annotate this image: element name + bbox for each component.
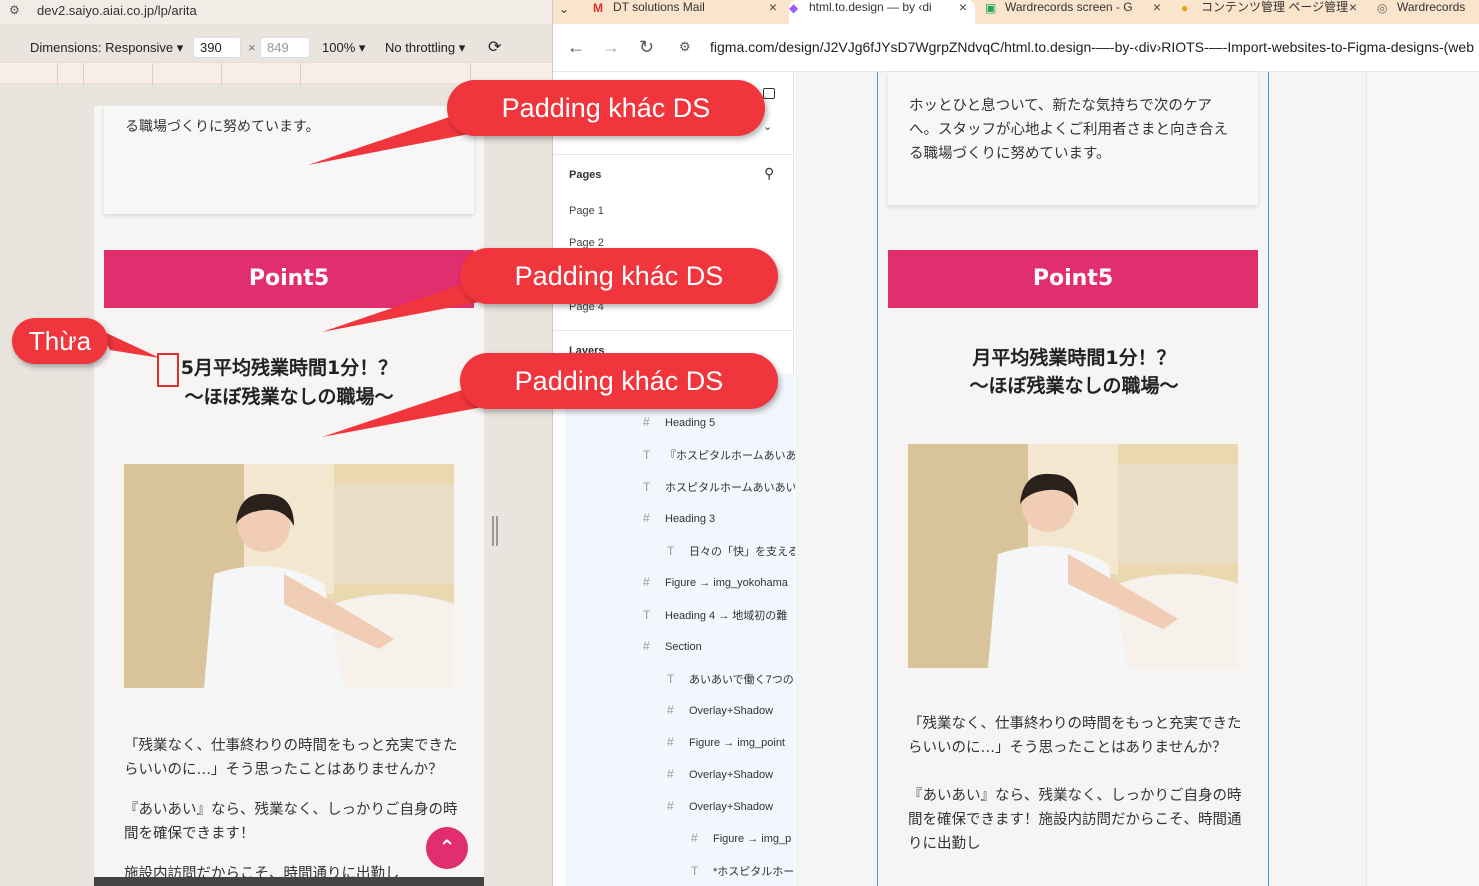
- layer-item[interactable]: T ホスピタルホームあいあい: [643, 479, 797, 495]
- body-text: 「残業なく、仕事終わりの時間をもっと充実できたらいいのに…」そう思ったことはあり…: [908, 712, 1248, 880]
- body-paragraph-1: 「残業なく、仕事終わりの時間をもっと充実できたらいいのに…」そう思ったことはあり…: [124, 738, 458, 778]
- close-icon[interactable]: ×: [1153, 0, 1161, 14]
- tab-wardrecords[interactable]: ◎ Wardrecords: [1377, 0, 1479, 24]
- rotate-icon[interactable]: ⟳: [488, 37, 501, 57]
- layer-item[interactable]: # Figure → img_p: [691, 831, 791, 845]
- cms-icon: ●: [1181, 1, 1189, 15]
- panel-toggle-icon[interactable]: [763, 88, 775, 99]
- heading-line-2: 〜ほぼ残業なしの職場〜: [184, 386, 394, 408]
- url-text[interactable]: figma.com/design/J2VJg6fJYsD7WgrpZNdvqC/…: [710, 39, 1474, 55]
- layer-item[interactable]: # Section: [643, 639, 702, 653]
- card-text: る職場づくりに努めています。: [125, 119, 320, 135]
- figma-sidebar: ⌄ Pages ⚲ Page 1 Page 2 Page 4 Layers # H…: [553, 72, 799, 886]
- reload-icon[interactable]: ↻: [639, 37, 654, 58]
- heading-line-2: 〜ほぼ残業なしの職場〜: [969, 375, 1179, 397]
- body-paragraph-1: 「残業なく、仕事終わりの時間をもっと充実できたらいいのに…」そう思ったことはあり…: [908, 716, 1242, 756]
- layer-item[interactable]: # Overlay+Shadow: [667, 703, 773, 717]
- heading-line-1: 月平均残業時間1分！？: [972, 347, 1176, 369]
- card-text: ホッとひと息ついて、新たな気持ちで次のケアへ。スタッフが心地よくご利用者さまと向…: [909, 98, 1228, 162]
- section-heading: 5月平均残業時間1分！？ 〜ほぼ残業なしの職場〜: [94, 354, 484, 412]
- bottom-bar: [94, 877, 484, 886]
- tab-figma[interactable]: ◆ html.to.design — by ‹di ×: [789, 0, 975, 24]
- layer-item[interactable]: T 日々の「快」を支える: [667, 543, 799, 559]
- pages-title: Pages: [569, 169, 602, 181]
- throttling-dropdown[interactable]: No throttling ▾: [385, 40, 465, 56]
- layer-item[interactable]: T 『ホスピタルホームあいあ: [643, 447, 797, 463]
- url-text: dev2.saiyo.aiai.co.jp/lp/arita: [37, 3, 197, 18]
- body-paragraph-2: 『あいあい』なら、残業なく、しっかりご自身の時間を確保できます！: [124, 802, 458, 842]
- chevron-up-icon: ⌃: [438, 835, 456, 859]
- callout-extra: Thừa: [12, 318, 108, 364]
- tab-gmail[interactable]: M DT solutions Mail ×: [593, 0, 785, 24]
- chevron-down-icon[interactable]: ⌄: [763, 120, 772, 133]
- forward-icon[interactable]: →: [602, 37, 620, 58]
- close-icon[interactable]: ×: [959, 0, 967, 14]
- callout-padding-3: Padding khác DS: [460, 353, 778, 409]
- callout-padding-1: Padding khác DS: [447, 80, 765, 136]
- address-bar[interactable]: ⚙ dev2.saiyo.aiai.co.jp/lp/arita: [0, 0, 552, 24]
- body-text: 「残業なく、仕事終わりの時間をもっと充実できたらいいのに…」そう思ったことはあり…: [124, 734, 464, 886]
- mobile-viewport: る職場づくりに努めています。 Point5 5月平均残業時間1分！？ 〜ほぼ残業…: [94, 106, 484, 886]
- layer-item[interactable]: # Heading 5: [643, 415, 715, 429]
- tab-strip: ⌄ M DT solutions Mail × ◆ html.to.design —…: [553, 0, 1479, 24]
- heading-line-1: 5月平均残業時間1分！？: [180, 357, 398, 379]
- sheets-icon: ▣: [985, 1, 997, 15]
- device-toolbar: Dimensions: Responsive ▾ 390 × 849 100% …: [0, 34, 552, 62]
- tab-sheets[interactable]: ▣ Wardrecords screen - G ×: [985, 0, 1169, 24]
- height-input[interactable]: 849: [260, 37, 310, 58]
- design-frame[interactable]: ホッとひと息ついて、新たな気持ちで次のケアへ。スタッフが心地よくご利用者さまと向…: [877, 72, 1269, 886]
- dimensions-dropdown[interactable]: Dimensions: Responsive ▾: [30, 40, 183, 56]
- search-icon[interactable]: ⚲: [764, 165, 774, 182]
- callout-padding-2: Padding khác DS: [460, 248, 778, 304]
- content-card: る職場づくりに努めています。: [104, 106, 474, 214]
- close-icon[interactable]: ×: [769, 0, 777, 14]
- body-paragraph-2: 『あいあい』なら、残業なく、しっかりご自身の時間を確保できます！施設内訪問だから…: [908, 788, 1242, 852]
- site-info-icon[interactable]: ⚙: [679, 39, 691, 55]
- layers-list: # Heading 5 T 『ホスピタルホームあいあ T ホスピタルホームあいあい #…: [565, 374, 799, 886]
- layer-item[interactable]: # Figure → img_point: [667, 735, 785, 749]
- nurse-photo: [124, 464, 454, 688]
- layer-item[interactable]: # Overlay+Shadow: [667, 799, 773, 813]
- point-banner: Point5: [888, 250, 1258, 308]
- back-icon[interactable]: ←: [567, 37, 585, 58]
- width-input[interactable]: 390: [193, 37, 241, 58]
- resize-handle[interactable]: [492, 516, 498, 546]
- layer-item[interactable]: # Heading 3: [643, 511, 715, 525]
- tab-cms[interactable]: ● コンテンツ管理 ページ管理 ×: [1181, 0, 1365, 24]
- layer-item[interactable]: T あいあいで働く7つの: [667, 671, 794, 687]
- nurse-photo: [908, 444, 1238, 668]
- layer-item[interactable]: T Heading 4 → 地域初の難: [643, 607, 787, 623]
- layer-item[interactable]: # Figure → img_yokohama: [643, 575, 788, 589]
- point-banner: Point5: [104, 250, 474, 308]
- content-card: ホッとひと息ついて、新たな気持ちで次のケアへ。スタッフが心地よくご利用者さまと向…: [888, 72, 1258, 205]
- scroll-top-button[interactable]: ⌃: [426, 827, 468, 869]
- figma-icon: ◆: [789, 1, 799, 15]
- tab-dropdown-icon[interactable]: ⌄: [559, 2, 585, 26]
- globe-icon: ◎: [1377, 1, 1388, 15]
- nav-bar: ← → ↻ ⚙ figma.com/design/J2VJg6fJYsD7Wgr…: [553, 24, 1479, 72]
- section-heading: 月平均残業時間1分！？ 〜ほぼ残業なしの職場〜: [878, 344, 1270, 400]
- times-sign: ×: [248, 40, 256, 55]
- site-info-icon[interactable]: ⚙: [9, 3, 20, 17]
- highlight-box: [157, 353, 179, 387]
- zoom-dropdown[interactable]: 100% ▾: [322, 40, 365, 56]
- layer-item[interactable]: T *ホスピタルホー: [691, 863, 794, 879]
- layer-item[interactable]: # Overlay+Shadow: [667, 767, 773, 781]
- page-item-1[interactable]: Page 1: [569, 205, 604, 217]
- close-icon[interactable]: ×: [1349, 0, 1357, 14]
- canvas-side-strip: [1366, 72, 1479, 886]
- gmail-icon: M: [593, 1, 603, 15]
